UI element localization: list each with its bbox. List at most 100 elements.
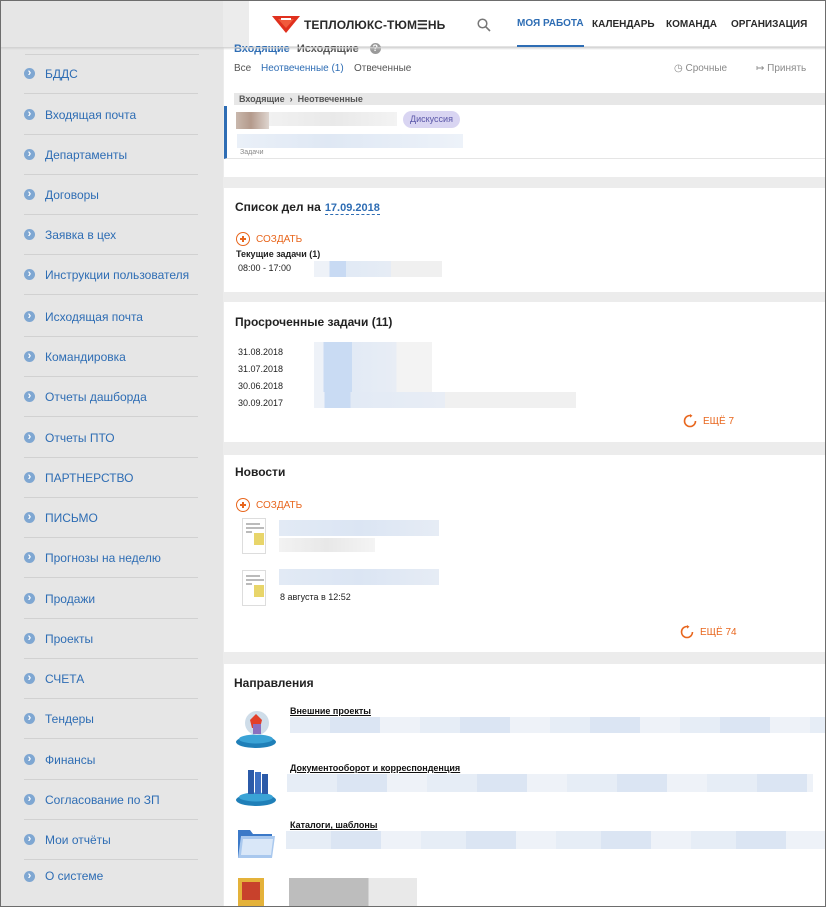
todo-create-label: СОЗДАТЬ bbox=[256, 233, 303, 245]
directions-title: Направления bbox=[234, 676, 314, 690]
breadcrumb-current: Неотвеченные bbox=[297, 94, 363, 104]
redacted-direction-desc-2 bbox=[287, 774, 813, 792]
news-thumbnail-2[interactable] bbox=[242, 570, 266, 606]
globe-icon[interactable] bbox=[234, 706, 278, 750]
search-icon[interactable] bbox=[477, 18, 491, 32]
filter-answered[interactable]: Отвеченные bbox=[354, 63, 411, 74]
sidebar-item[interactable]: › Проекты bbox=[24, 619, 198, 659]
accept-button[interactable]: ↦ Принять bbox=[756, 63, 806, 74]
overdue-date-3: 30.06.2018 bbox=[238, 381, 284, 391]
nav-calendar[interactable]: КАЛЕНДАРЬ bbox=[592, 2, 655, 47]
nav-my-work[interactable]: МОЯ РАБОТА bbox=[517, 2, 584, 47]
header-shadow bbox=[1, 47, 825, 50]
redacted-news-title-1[interactable] bbox=[279, 520, 439, 536]
chevron-circle-icon: › bbox=[24, 391, 35, 402]
chevron-circle-icon: › bbox=[24, 149, 35, 160]
binders-icon[interactable] bbox=[234, 764, 278, 808]
direction-link-catalogs[interactable]: Каталоги, шаблоны bbox=[290, 820, 377, 830]
sidebar-item[interactable]: › ПИСЬМО bbox=[24, 498, 198, 538]
brand-name: ТЕПЛОЛЮКС-ТЮМ☰НЬ bbox=[304, 18, 446, 32]
chevron-circle-icon: › bbox=[24, 552, 35, 563]
inbox-item[interactable]: Дискуссия Задачи bbox=[224, 106, 825, 159]
news-title: Новости bbox=[235, 465, 286, 479]
news-create-button[interactable]: СОЗДАТЬ bbox=[236, 498, 302, 512]
redacted-direction-desc-3 bbox=[286, 831, 825, 849]
news-more-button[interactable]: ЕЩЁ 74 bbox=[680, 625, 737, 639]
urgent-button[interactable]: ◷ Срочные bbox=[674, 63, 727, 74]
sidebar-item-label: Департаменты bbox=[45, 147, 128, 162]
sidebar-item[interactable]: › Продажи bbox=[24, 579, 198, 619]
news-create-label: СОЗДАТЬ bbox=[256, 499, 303, 511]
sidebar-item-label: Мои отчёты bbox=[45, 832, 111, 847]
chevron-circle-icon: › bbox=[24, 512, 35, 523]
sidebar-item-label: Заявка в цех bbox=[45, 227, 117, 242]
sidebar-item[interactable]: › СЧЕТА bbox=[24, 659, 198, 699]
sidebar-item[interactable]: › Инструкции пользователя bbox=[24, 255, 198, 295]
filter-all[interactable]: Все bbox=[234, 63, 251, 74]
sidebar-item[interactable]: › Тендеры bbox=[24, 699, 198, 739]
todo-title-text: Список дел на bbox=[235, 200, 321, 214]
sidebar-item[interactable]: › Согласование по ЗП bbox=[24, 780, 198, 820]
sidebar-item[interactable]: › Финансы bbox=[24, 740, 198, 780]
overdue-date-4: 30.09.2017 bbox=[238, 398, 284, 408]
chevron-circle-icon: › bbox=[24, 269, 35, 280]
sidebar-item[interactable]: › ПАРТНЕРСТВО bbox=[24, 458, 198, 498]
sidebar-item-label: ПАРТНЕРСТВО bbox=[45, 470, 134, 485]
chevron-circle-icon: › bbox=[24, 713, 35, 724]
sidebar-item[interactable]: › Мои отчёты bbox=[24, 820, 198, 860]
sidebar-item[interactable]: › Заявка в цех bbox=[24, 215, 198, 255]
item-category: Задачи bbox=[240, 149, 264, 156]
breadcrumb: Входящие › Неотвеченные bbox=[234, 93, 825, 105]
filter-unanswered[interactable]: Неотвеченные (1) bbox=[261, 63, 344, 74]
sidebar-item-label: Проекты bbox=[45, 631, 94, 646]
direction-link-external-projects[interactable]: Внешние проекты bbox=[290, 706, 371, 716]
chevron-circle-icon: › bbox=[24, 68, 35, 79]
brand-logo[interactable]: ТЕПЛОЛЮКС-ТЮМ☰НЬ bbox=[272, 16, 445, 34]
chevron-circle-icon: › bbox=[24, 870, 35, 882]
sidebar-item-label: Входящая почта bbox=[45, 107, 137, 122]
direction-link-docflow[interactable]: Документооборот и корреспонденция bbox=[290, 763, 460, 773]
todo-create-button[interactable]: СОЗДАТЬ bbox=[236, 232, 302, 246]
sidebar-item[interactable]: › Прогнозы на неделю bbox=[24, 538, 198, 578]
redacted-overdue-tasks[interactable] bbox=[314, 342, 432, 392]
sidebar-item[interactable]: › Исходящая почта bbox=[24, 297, 198, 337]
sidebar-item[interactable]: › Отчеты дашборда bbox=[24, 377, 198, 417]
sidebar-item-label: БДДС bbox=[45, 66, 78, 81]
redacted-task[interactable] bbox=[314, 261, 442, 277]
sidebar-item[interactable]: › Договоры bbox=[24, 175, 198, 215]
sidebar-item-label: Договоры bbox=[45, 187, 99, 202]
news-more-label: ЕЩЁ 74 bbox=[700, 626, 737, 638]
sidebar-item[interactable]: › Департаменты bbox=[24, 135, 198, 175]
redacted-direction-4[interactable] bbox=[289, 878, 417, 906]
current-tasks-label: Текущие задачи (1) bbox=[236, 249, 321, 259]
nav-team[interactable]: КОМАНДА bbox=[666, 2, 717, 47]
chevron-circle-icon: › bbox=[24, 472, 35, 483]
news-thumbnail-1[interactable] bbox=[242, 518, 266, 554]
sidebar-item-label: Финансы bbox=[45, 752, 96, 767]
sidebar-item[interactable]: › Входящая почта bbox=[24, 95, 198, 135]
chevron-circle-icon: › bbox=[24, 311, 35, 322]
chevron-circle-icon: › bbox=[24, 351, 35, 362]
chevron-circle-icon: › bbox=[24, 754, 35, 765]
nav-organization[interactable]: ОРГАНИЗАЦИЯ bbox=[731, 2, 807, 47]
breadcrumb-root[interactable]: Входящие bbox=[239, 94, 285, 104]
todo-date-link[interactable]: 17.09.2018 bbox=[324, 202, 380, 215]
chevron-circle-icon: › bbox=[24, 794, 35, 805]
sidebar-item[interactable]: › О системе bbox=[24, 856, 198, 896]
redacted-news-title-2[interactable] bbox=[279, 569, 439, 585]
todo-title: Список дел на 17.09.2018 bbox=[235, 200, 380, 215]
redacted-subject bbox=[237, 134, 463, 148]
redacted-overdue-task-4[interactable] bbox=[314, 392, 576, 408]
sidebar-item-label: Прогнозы на неделю bbox=[45, 550, 161, 565]
sidebar-item[interactable]: › Командировка bbox=[24, 337, 198, 377]
sidebar-item[interactable]: › Отчеты ПТО bbox=[24, 418, 198, 458]
refresh-icon bbox=[683, 414, 697, 428]
overdue-more-button[interactable]: ЕЩЁ 7 bbox=[683, 414, 734, 428]
sidebar-item[interactable]: › БДДС bbox=[24, 54, 198, 94]
sidebar-item-label: Отчеты ПТО bbox=[45, 430, 115, 445]
folder-icon[interactable] bbox=[234, 820, 278, 864]
book-icon[interactable] bbox=[234, 876, 278, 906]
top-header: ТЕПЛОЛЮКС-ТЮМ☰НЬ МОЯ РАБОТА КАЛЕНДАРЬ КО… bbox=[249, 1, 825, 47]
overdue-date-2: 31.07.2018 bbox=[238, 364, 284, 374]
overdue-title: Просроченные задачи (11) bbox=[235, 315, 393, 329]
